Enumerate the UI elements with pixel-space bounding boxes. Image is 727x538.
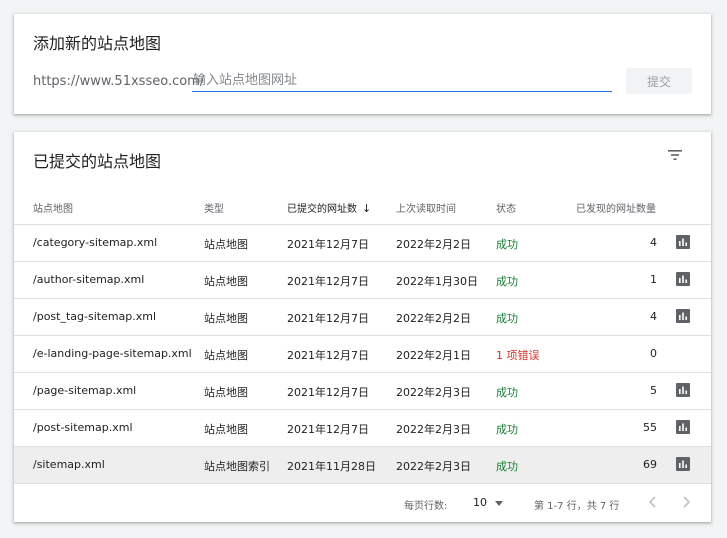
chevron-down-icon xyxy=(495,500,503,506)
last-read-date: 2022年2月3日 xyxy=(396,423,471,436)
status-badge: 成功 xyxy=(496,275,518,288)
discovered-count: 69 xyxy=(643,458,657,471)
last-read-date: 2022年2月2日 xyxy=(396,312,471,325)
submitted-date: 2021年12月7日 xyxy=(287,312,369,325)
table-row[interactable]: /author-sitemap.xml 站点地图 2021年12月7日 2022年1月… xyxy=(14,262,711,299)
table-header: 站点地图 类型 已提交的网址数 ↓ 上次读取时间 状态 已发现的网址数量 xyxy=(14,188,711,225)
url-prefix: https://www.51xsseo.com/ xyxy=(33,74,205,89)
submit-button[interactable]: 提交 xyxy=(626,68,692,94)
last-read-date: 2022年2月3日 xyxy=(396,460,471,473)
submitted-date: 2021年12月7日 xyxy=(287,423,369,436)
sitemap-type: 站点地图索引 xyxy=(204,460,270,473)
submitted-sitemaps-card: 已提交的站点地图 站点地图 类型 已提交的网址数 ↓ 上次读取时间 状态 已发现的… xyxy=(14,132,711,522)
status-badge: 成功 xyxy=(496,386,518,399)
sitemap-type: 站点地图 xyxy=(204,386,248,399)
col-status[interactable]: 状态 xyxy=(496,200,516,215)
table-row[interactable]: /post_tag-sitemap.xml 站点地图 2021年12月7日 2022年… xyxy=(14,299,711,336)
submitted-date: 2021年12月7日 xyxy=(287,386,369,399)
sitemap-path: /page-sitemap.xml xyxy=(33,384,137,397)
rows-per-page-label: 每页行数: xyxy=(404,501,448,512)
col-type[interactable]: 类型 xyxy=(204,200,224,215)
sitemap-path: /post_tag-sitemap.xml xyxy=(33,310,157,323)
next-page-icon[interactable] xyxy=(678,494,694,510)
discovered-count: 55 xyxy=(643,421,657,434)
sitemap-path: /e-landing-page-sitemap.xml xyxy=(33,347,192,360)
sitemap-type: 站点地图 xyxy=(204,238,248,251)
rows-per-page-select[interactable]: 10 xyxy=(473,496,503,509)
bar-chart-icon[interactable] xyxy=(676,309,690,323)
col-submitted-label: 已提交的网址数 xyxy=(287,204,357,215)
table-row[interactable]: /post-sitemap.xml 站点地图 2021年12月7日 2022年2月3日… xyxy=(14,410,711,447)
discovered-count: 4 xyxy=(650,236,657,249)
bar-chart-icon[interactable] xyxy=(676,235,690,249)
table-row[interactable]: /page-sitemap.xml 站点地图 2021年12月7日 2022年2月3日… xyxy=(14,373,711,410)
last-read-date: 2022年1月30日 xyxy=(396,275,478,288)
filter-icon[interactable] xyxy=(666,146,684,164)
table-body: /category-sitemap.xml 站点地图 2021年12月7日 2022年… xyxy=(14,225,711,484)
status-badge: 成功 xyxy=(496,423,518,436)
table-footer: 每页行数: 10 第 1-7 行，共 7 行 xyxy=(14,484,711,522)
table-row[interactable]: /sitemap.xml 站点地图索引 2021年11月28日 2022年2月3日 成功… xyxy=(14,447,711,484)
status-badge: 成功 xyxy=(496,238,518,251)
add-sitemap-card: 添加新的站点地图 https://www.51xsseo.com/ 提交 xyxy=(14,14,711,114)
col-sitemap[interactable]: 站点地图 xyxy=(33,200,73,215)
sitemap-path: /category-sitemap.xml xyxy=(33,236,158,249)
submitted-date: 2021年12月7日 xyxy=(287,275,369,288)
discovered-count: 4 xyxy=(650,310,657,323)
submitted-sitemaps-title: 已提交的站点地图 xyxy=(33,152,162,171)
table-row[interactable]: /e-landing-page-sitemap.xml 站点地图 2021年12月7… xyxy=(14,336,711,373)
status-badge: 成功 xyxy=(496,312,518,325)
bar-chart-icon[interactable] xyxy=(676,457,690,471)
rows-per-page-value: 10 xyxy=(473,496,487,509)
sitemap-type: 站点地图 xyxy=(204,423,248,436)
col-submitted[interactable]: 已提交的网址数 ↓ xyxy=(287,200,371,215)
bar-chart-icon[interactable] xyxy=(676,272,690,286)
sitemap-url-input[interactable] xyxy=(192,72,612,92)
last-read-date: 2022年2月3日 xyxy=(396,386,471,399)
add-sitemap-title: 添加新的站点地图 xyxy=(33,34,162,53)
sitemap-type: 站点地图 xyxy=(204,312,248,325)
bar-chart-icon[interactable] xyxy=(676,383,690,397)
discovered-count: 0 xyxy=(650,347,657,360)
page-range: 第 1-7 行，共 7 行 xyxy=(534,501,620,512)
discovered-count: 1 xyxy=(650,273,657,286)
sitemap-path: /author-sitemap.xml xyxy=(33,273,145,286)
sitemap-path: /post-sitemap.xml xyxy=(33,421,133,434)
submitted-date: 2021年11月28日 xyxy=(287,460,376,473)
sitemap-type: 站点地图 xyxy=(204,349,248,362)
submitted-date: 2021年12月7日 xyxy=(287,349,369,362)
col-last-read[interactable]: 上次读取时间 xyxy=(396,200,456,215)
status-badge: 1 项错误 xyxy=(496,349,540,362)
bar-chart-icon[interactable] xyxy=(676,420,690,434)
prev-page-icon[interactable] xyxy=(645,494,661,510)
sitemap-path: /sitemap.xml xyxy=(33,458,105,471)
sitemap-type: 站点地图 xyxy=(204,275,248,288)
status-badge: 成功 xyxy=(496,460,518,473)
submitted-date: 2021年12月7日 xyxy=(287,238,369,251)
discovered-count: 5 xyxy=(650,384,657,397)
sort-down-icon: ↓ xyxy=(362,202,372,215)
table-row[interactable]: /category-sitemap.xml 站点地图 2021年12月7日 2022年… xyxy=(14,225,711,262)
col-discovered[interactable]: 已发现的网址数量 xyxy=(576,200,656,215)
last-read-date: 2022年2月1日 xyxy=(396,349,471,362)
last-read-date: 2022年2月2日 xyxy=(396,238,471,251)
